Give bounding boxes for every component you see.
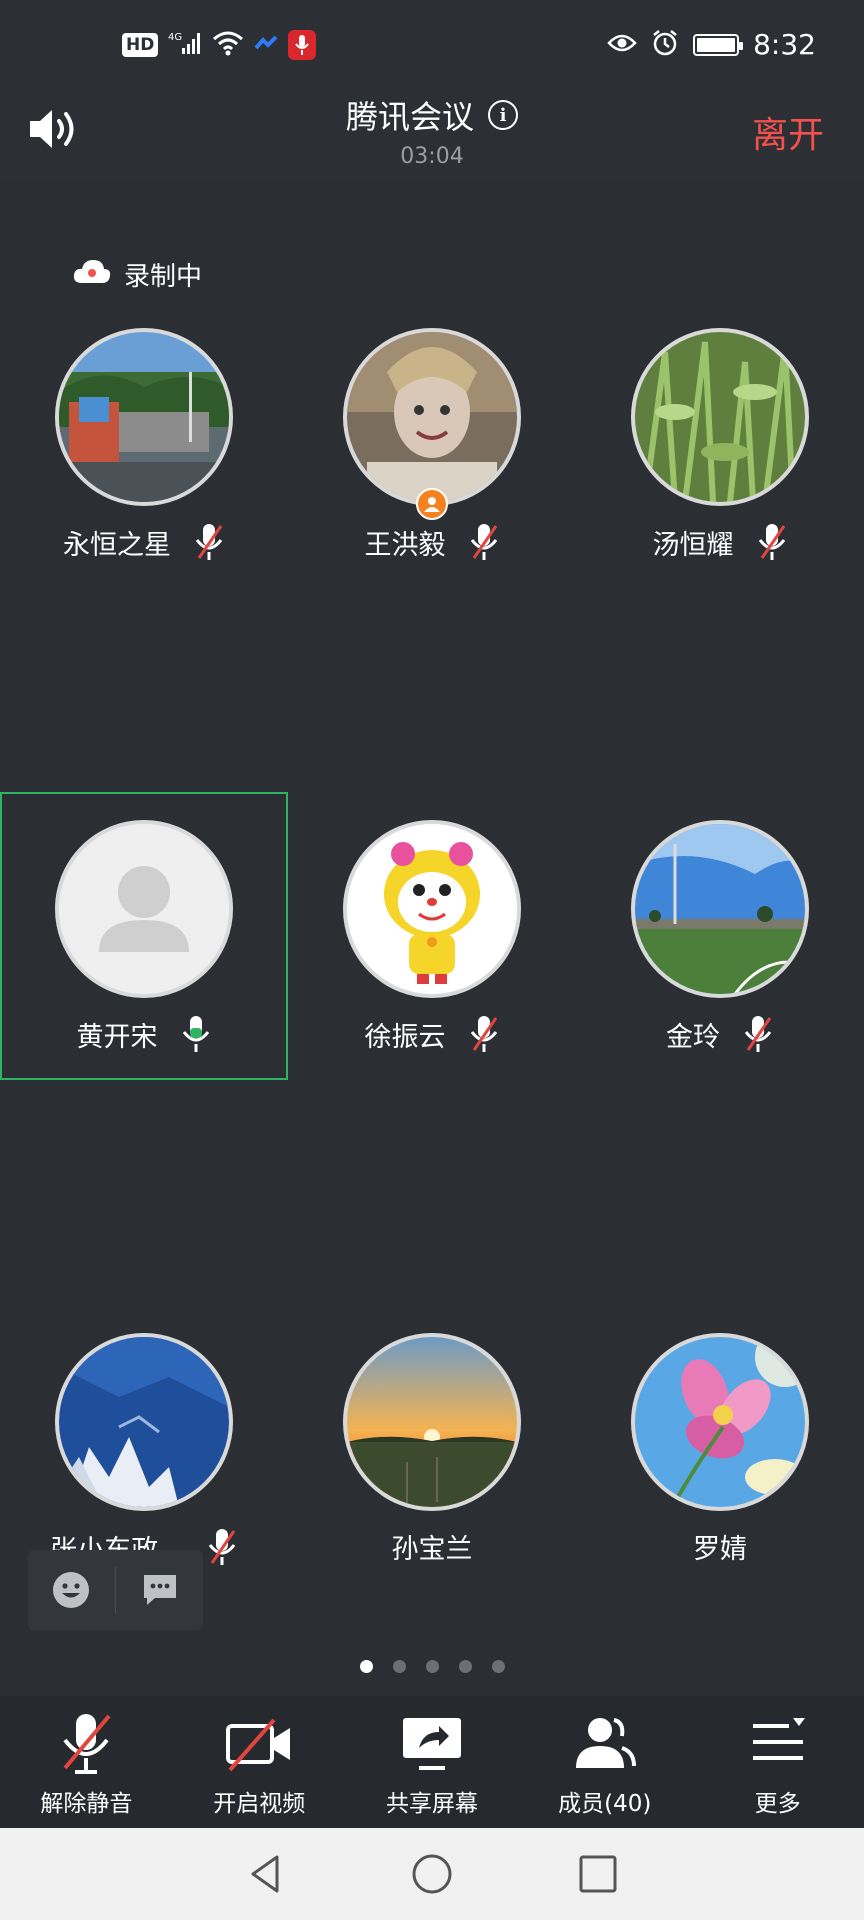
participant-tile[interactable]: 徐振云 bbox=[288, 792, 576, 1080]
avatar bbox=[631, 820, 809, 998]
page-dot[interactable] bbox=[392, 1660, 406, 1673]
page-dot[interactable] bbox=[458, 1660, 472, 1673]
share-screen-button[interactable]: 共享屏幕 bbox=[346, 1696, 519, 1828]
members-button[interactable]: 成员(40) bbox=[518, 1696, 691, 1828]
participant-tile[interactable]: 孙宝兰 bbox=[288, 1305, 576, 1593]
participant-tile[interactable]: 汤恒耀 bbox=[576, 300, 864, 588]
avatar bbox=[55, 1333, 233, 1511]
participant-name: 王洪毅 bbox=[364, 529, 446, 561]
info-icon[interactable]: i bbox=[488, 100, 518, 130]
chat-button[interactable] bbox=[116, 1550, 203, 1630]
participant-tile[interactable]: 永恒之星 bbox=[0, 300, 288, 588]
start-video-button[interactable]: 开启视频 bbox=[173, 1696, 346, 1828]
unmute-label: 解除静音 bbox=[40, 1791, 133, 1817]
back-icon[interactable] bbox=[243, 1851, 289, 1897]
avatar bbox=[343, 820, 521, 998]
start-video-label: 开启视频 bbox=[213, 1791, 306, 1817]
participant-tile[interactable]: 罗婧 bbox=[576, 1305, 864, 1593]
host-badge-icon bbox=[416, 488, 448, 520]
recording-label: 录制中 bbox=[124, 262, 203, 292]
recents-icon[interactable] bbox=[575, 1851, 621, 1897]
home-icon[interactable] bbox=[409, 1851, 455, 1897]
share-screen-icon bbox=[402, 1718, 461, 1770]
participant-name: 黄开宋 bbox=[76, 1021, 158, 1053]
mic-muted-icon bbox=[742, 1014, 774, 1054]
participant-name: 罗婧 bbox=[693, 1534, 747, 1565]
reaction-bar bbox=[28, 1550, 203, 1630]
unmute-button[interactable]: 解除静音 bbox=[0, 1696, 173, 1828]
cloud-record-icon bbox=[72, 257, 112, 292]
mic-muted-icon bbox=[468, 1014, 500, 1054]
status-bar: HD 4G 8:32 bbox=[0, 0, 864, 80]
avatar bbox=[343, 1333, 521, 1511]
participant-grid: 录制中 永恒之星 王洪毅 汤恒耀 黄开宋 徐振云 金玲 孙宝兰 罗婧 bbox=[0, 180, 864, 1696]
more-button[interactable]: 更多 bbox=[691, 1696, 864, 1828]
system-nav-bar bbox=[0, 1828, 864, 1920]
meeting-timer: 03:04 bbox=[400, 144, 464, 169]
leave-button[interactable]: 离开 bbox=[752, 106, 824, 158]
svg-text:4G: 4G bbox=[168, 32, 182, 43]
members-icon bbox=[575, 1718, 636, 1768]
app-notification-icon bbox=[254, 34, 278, 56]
alarm-icon bbox=[651, 29, 679, 61]
meeting-title: 腾讯会议 bbox=[345, 98, 474, 136]
clock: 8:32 bbox=[753, 28, 816, 61]
participant-tile-active-speaker[interactable]: 黄开宋 bbox=[0, 792, 288, 1080]
avatar bbox=[631, 328, 809, 506]
participant-name: 孙宝兰 bbox=[391, 1534, 473, 1565]
recording-indicator: 录制中 bbox=[72, 256, 202, 293]
participant-name: 徐振云 bbox=[364, 1021, 446, 1053]
participant-name: 汤恒耀 bbox=[652, 529, 734, 561]
meeting-toolbar: 解除静音 开启视频 共享屏幕 成员(40) 更多 bbox=[0, 1696, 864, 1828]
avatar bbox=[55, 820, 233, 998]
participant-name: 永恒之星 bbox=[63, 529, 171, 561]
eye-icon bbox=[607, 32, 637, 58]
avatar bbox=[55, 328, 233, 506]
mic-muted-icon bbox=[206, 1527, 238, 1567]
participant-tile[interactable]: 王洪毅 bbox=[288, 300, 576, 588]
mic-muted-icon bbox=[63, 1714, 111, 1774]
mic-recording-icon bbox=[288, 30, 317, 60]
more-menu-icon bbox=[752, 1718, 805, 1760]
avatar bbox=[343, 328, 521, 506]
emoji-button[interactable] bbox=[28, 1550, 115, 1630]
mic-on-icon bbox=[180, 1014, 212, 1054]
hd-badge: HD bbox=[122, 33, 159, 57]
battery-icon bbox=[693, 33, 744, 56]
wifi-icon bbox=[212, 30, 244, 60]
share-screen-label: 共享屏幕 bbox=[385, 1791, 478, 1817]
mic-muted-icon bbox=[756, 522, 788, 562]
participant-name: 金玲 bbox=[666, 1021, 720, 1053]
members-label: 成员(40) bbox=[558, 1791, 652, 1817]
participant-tile[interactable]: 金玲 bbox=[576, 792, 864, 1080]
page-dot[interactable] bbox=[491, 1660, 505, 1673]
avatar bbox=[631, 1333, 809, 1511]
page-dot[interactable] bbox=[425, 1660, 439, 1673]
signal-icon: 4G bbox=[168, 30, 202, 60]
mic-muted-icon bbox=[468, 522, 500, 562]
more-label: 更多 bbox=[754, 1791, 801, 1817]
mic-muted-icon bbox=[193, 522, 225, 562]
meeting-header: 腾讯会议 i 03:04 离开 bbox=[0, 80, 864, 180]
page-dot[interactable] bbox=[359, 1660, 373, 1673]
page-indicator bbox=[0, 1660, 864, 1673]
video-off-icon bbox=[226, 1718, 291, 1772]
